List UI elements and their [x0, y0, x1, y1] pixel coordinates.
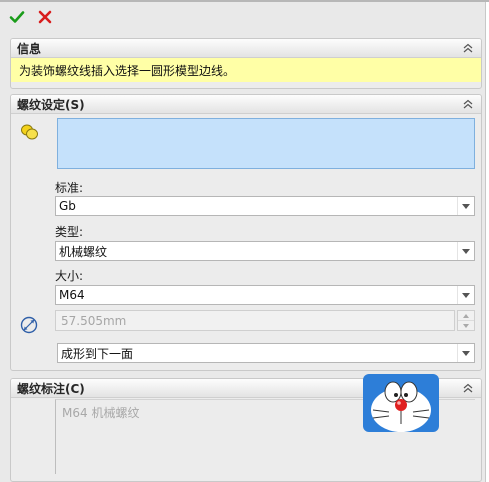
diameter-value: 57.505mm	[61, 313, 127, 328]
size-label: 大小:	[55, 269, 84, 283]
info-section-title: 信息	[17, 41, 42, 56]
spin-down-icon[interactable]	[458, 320, 474, 330]
chevron-down-icon	[457, 286, 474, 304]
type-value: 机械螺纹	[59, 244, 108, 259]
thread-callout-title: 螺纹标注(C)	[17, 381, 85, 396]
diameter-input[interactable]: 57.505mm	[55, 310, 455, 331]
type-label: 类型:	[55, 225, 84, 239]
mascot-watermark-image	[363, 374, 439, 432]
edge-selection-box[interactable]	[57, 118, 475, 169]
spin-up-icon[interactable]	[458, 311, 474, 320]
property-manager-toolbar	[8, 6, 54, 28]
collapse-icon[interactable]	[461, 381, 475, 395]
ok-button[interactable]	[8, 8, 26, 26]
chevron-down-icon	[457, 197, 474, 215]
panel-top-border	[0, 0, 489, 2]
thread-settings-title: 螺纹设定(S)	[17, 97, 85, 112]
chevron-down-icon	[457, 242, 474, 260]
standard-dropdown[interactable]: Gb	[55, 196, 475, 216]
standard-value: Gb	[59, 199, 76, 213]
info-section: 信息 为装饰螺纹线插入选择一圆形模型边线。	[10, 38, 482, 89]
size-dropdown[interactable]: M64	[55, 285, 475, 305]
cross-icon	[38, 10, 52, 24]
thread-settings-header[interactable]: 螺纹设定(S)	[11, 95, 481, 114]
chevron-down-icon	[457, 344, 474, 362]
diameter-icon	[19, 315, 39, 335]
diameter-spinner[interactable]	[457, 310, 475, 331]
info-section-header[interactable]: 信息	[11, 39, 481, 58]
standard-label: 标准:	[55, 181, 84, 195]
cancel-button[interactable]	[36, 8, 54, 26]
end-condition-dropdown[interactable]: 成形到下一面	[57, 343, 475, 363]
callout-text: M64 机械螺纹	[62, 406, 140, 420]
type-dropdown[interactable]: 机械螺纹	[55, 241, 475, 261]
info-message-box: 为装饰螺纹线插入选择一圆形模型边线。	[11, 58, 481, 82]
info-message: 为装饰螺纹线插入选择一圆形模型边线。	[19, 63, 236, 78]
checkmark-icon	[9, 11, 25, 23]
circular-edge-icon	[20, 122, 40, 142]
collapse-icon[interactable]	[461, 97, 475, 111]
end-condition-value: 成形到下一面	[61, 346, 134, 361]
collapse-icon[interactable]	[461, 41, 475, 55]
thread-settings-section: 螺纹设定(S) 标准: Gb 类型: 机械螺纹 大小: M64 57.505mm…	[10, 94, 482, 371]
size-value: M64	[59, 288, 85, 302]
